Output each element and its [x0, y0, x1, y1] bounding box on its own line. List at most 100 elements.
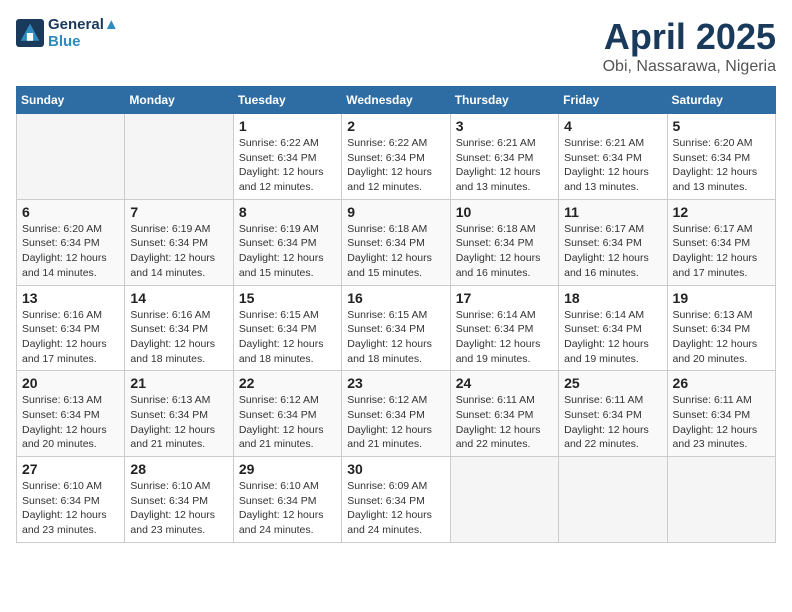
day-info: Sunrise: 6:10 AM Sunset: 6:34 PM Dayligh… [130, 479, 227, 538]
day-info: Sunrise: 6:14 AM Sunset: 6:34 PM Dayligh… [456, 308, 553, 367]
calendar-cell: 12 Sunrise: 6:17 AM Sunset: 6:34 PM Dayli… [667, 199, 775, 285]
calendar-cell [667, 457, 775, 543]
weekday-header-thursday: Thursday [450, 87, 558, 114]
weekday-header-wednesday: Wednesday [342, 87, 450, 114]
day-info: Sunrise: 6:17 AM Sunset: 6:34 PM Dayligh… [673, 222, 770, 281]
location-title: Obi, Nassarawa, Nigeria [603, 58, 776, 76]
calendar-cell: 14 Sunrise: 6:16 AM Sunset: 6:34 PM Dayli… [125, 285, 233, 371]
day-info: Sunrise: 6:18 AM Sunset: 6:34 PM Dayligh… [347, 222, 444, 281]
calendar-cell: 3Sunrise: 6:21 AM Sunset: 6:34 PM Daylig… [450, 114, 558, 200]
day-info: Sunrise: 6:10 AM Sunset: 6:34 PM Dayligh… [22, 479, 119, 538]
calendar-cell: 10 Sunrise: 6:18 AM Sunset: 6:34 PM Dayli… [450, 199, 558, 285]
day-number: 16 [347, 290, 444, 306]
weekday-header-saturday: Saturday [667, 87, 775, 114]
day-number: 22 [239, 375, 336, 391]
calendar-cell: 25 Sunrise: 6:11 AM Sunset: 6:34 PM Dayli… [559, 371, 667, 457]
calendar-cell: 28Sunrise: 6:10 AM Sunset: 6:34 PM Dayli… [125, 457, 233, 543]
page-header: General▲ Blue April 2025 Obi, Nassarawa,… [16, 16, 776, 76]
day-info: Sunrise: 6:19 AM Sunset: 6:34 PM Dayligh… [130, 222, 227, 281]
calendar-cell: 15Sunrise: 6:15 AM Sunset: 6:34 PM Dayli… [233, 285, 341, 371]
calendar-cell [17, 114, 125, 200]
week-row-5: 27 Sunrise: 6:10 AM Sunset: 6:34 PM Dayli… [17, 457, 776, 543]
day-number: 21 [130, 375, 227, 391]
day-number: 14 [130, 290, 227, 306]
calendar-cell: 9Sunrise: 6:18 AM Sunset: 6:34 PM Daylig… [342, 199, 450, 285]
day-info: Sunrise: 6:18 AM Sunset: 6:34 PM Dayligh… [456, 222, 553, 281]
day-info: Sunrise: 6:19 AM Sunset: 6:34 PM Dayligh… [239, 222, 336, 281]
calendar-cell: 23Sunrise: 6:12 AM Sunset: 6:34 PM Dayli… [342, 371, 450, 457]
day-info: Sunrise: 6:11 AM Sunset: 6:34 PM Dayligh… [564, 393, 661, 452]
day-info: Sunrise: 6:17 AM Sunset: 6:34 PM Dayligh… [564, 222, 661, 281]
calendar-cell: 24 Sunrise: 6:11 AM Sunset: 6:34 PM Dayli… [450, 371, 558, 457]
calendar-cell: 11 Sunrise: 6:17 AM Sunset: 6:34 PM Dayli… [559, 199, 667, 285]
day-info: Sunrise: 6:13 AM Sunset: 6:34 PM Dayligh… [22, 393, 119, 452]
day-number: 24 [456, 375, 553, 391]
weekday-header-tuesday: Tuesday [233, 87, 341, 114]
day-number: 8 [239, 204, 336, 220]
day-number: 10 [456, 204, 553, 220]
weekday-header-sunday: Sunday [17, 87, 125, 114]
day-info: Sunrise: 6:14 AM Sunset: 6:34 PM Dayligh… [564, 308, 661, 367]
calendar-cell: 1 Sunrise: 6:22 AM Sunset: 6:34 PM Daylig… [233, 114, 341, 200]
weekday-header-monday: Monday [125, 87, 233, 114]
day-number: 27 [22, 461, 119, 477]
day-number: 7 [130, 204, 227, 220]
calendar-cell: 2Sunrise: 6:22 AM Sunset: 6:34 PM Daylig… [342, 114, 450, 200]
calendar-cell: 13 Sunrise: 6:16 AM Sunset: 6:34 PM Dayli… [17, 285, 125, 371]
day-number: 30 [347, 461, 444, 477]
day-info: Sunrise: 6:15 AM Sunset: 6:34 PM Dayligh… [347, 308, 444, 367]
day-number: 18 [564, 290, 661, 306]
month-title: April 2025 [603, 16, 776, 58]
day-number: 20 [22, 375, 119, 391]
day-info: Sunrise: 6:09 AM Sunset: 6:34 PM Dayligh… [347, 479, 444, 538]
logo-text: General▲ Blue [48, 16, 119, 50]
week-row-4: 20 Sunrise: 6:13 AM Sunset: 6:34 PM Dayli… [17, 371, 776, 457]
calendar-cell: 18 Sunrise: 6:14 AM Sunset: 6:34 PM Dayli… [559, 285, 667, 371]
day-number: 5 [673, 118, 770, 134]
week-row-1: 1 Sunrise: 6:22 AM Sunset: 6:34 PM Daylig… [17, 114, 776, 200]
calendar-cell: 26 Sunrise: 6:11 AM Sunset: 6:34 PM Dayli… [667, 371, 775, 457]
day-number: 26 [673, 375, 770, 391]
day-info: Sunrise: 6:12 AM Sunset: 6:34 PM Dayligh… [347, 393, 444, 452]
day-info: Sunrise: 6:11 AM Sunset: 6:34 PM Dayligh… [456, 393, 553, 452]
day-info: Sunrise: 6:11 AM Sunset: 6:34 PM Dayligh… [673, 393, 770, 452]
day-number: 3 [456, 118, 553, 134]
day-info: Sunrise: 6:22 AM Sunset: 6:34 PM Dayligh… [347, 136, 444, 195]
calendar-table: SundayMondayTuesdayWednesdayThursdayFrid… [16, 86, 776, 543]
calendar-cell: 5 Sunrise: 6:20 AM Sunset: 6:34 PM Daylig… [667, 114, 775, 200]
day-number: 6 [22, 204, 119, 220]
calendar-cell: 4 Sunrise: 6:21 AM Sunset: 6:34 PM Daylig… [559, 114, 667, 200]
week-row-3: 13 Sunrise: 6:16 AM Sunset: 6:34 PM Dayli… [17, 285, 776, 371]
day-info: Sunrise: 6:22 AM Sunset: 6:34 PM Dayligh… [239, 136, 336, 195]
calendar-cell: 19 Sunrise: 6:13 AM Sunset: 6:34 PM Dayli… [667, 285, 775, 371]
day-info: Sunrise: 6:12 AM Sunset: 6:34 PM Dayligh… [239, 393, 336, 452]
calendar-cell: 7 Sunrise: 6:19 AM Sunset: 6:34 PM Daylig… [125, 199, 233, 285]
logo-icon [16, 19, 44, 47]
day-number: 15 [239, 290, 336, 306]
calendar-cell: 30 Sunrise: 6:09 AM Sunset: 6:34 PM Dayli… [342, 457, 450, 543]
calendar-cell: 27 Sunrise: 6:10 AM Sunset: 6:34 PM Dayli… [17, 457, 125, 543]
day-info: Sunrise: 6:21 AM Sunset: 6:34 PM Dayligh… [564, 136, 661, 195]
day-number: 12 [673, 204, 770, 220]
day-number: 29 [239, 461, 336, 477]
weekday-header-friday: Friday [559, 87, 667, 114]
calendar-cell [450, 457, 558, 543]
day-number: 11 [564, 204, 661, 220]
day-number: 17 [456, 290, 553, 306]
calendar-cell: 29Sunrise: 6:10 AM Sunset: 6:34 PM Dayli… [233, 457, 341, 543]
calendar-cell: 21Sunrise: 6:13 AM Sunset: 6:34 PM Dayli… [125, 371, 233, 457]
day-info: Sunrise: 6:16 AM Sunset: 6:34 PM Dayligh… [130, 308, 227, 367]
day-number: 1 [239, 118, 336, 134]
day-number: 4 [564, 118, 661, 134]
day-info: Sunrise: 6:16 AM Sunset: 6:34 PM Dayligh… [22, 308, 119, 367]
day-number: 13 [22, 290, 119, 306]
day-info: Sunrise: 6:20 AM Sunset: 6:34 PM Dayligh… [673, 136, 770, 195]
calendar-cell: 22 Sunrise: 6:12 AM Sunset: 6:34 PM Dayli… [233, 371, 341, 457]
day-info: Sunrise: 6:13 AM Sunset: 6:34 PM Dayligh… [673, 308, 770, 367]
calendar-cell: 17 Sunrise: 6:14 AM Sunset: 6:34 PM Dayli… [450, 285, 558, 371]
day-number: 25 [564, 375, 661, 391]
calendar-cell: 8 Sunrise: 6:19 AM Sunset: 6:34 PM Daylig… [233, 199, 341, 285]
calendar-cell [125, 114, 233, 200]
title-area: April 2025 Obi, Nassarawa, Nigeria [603, 16, 776, 76]
day-number: 19 [673, 290, 770, 306]
